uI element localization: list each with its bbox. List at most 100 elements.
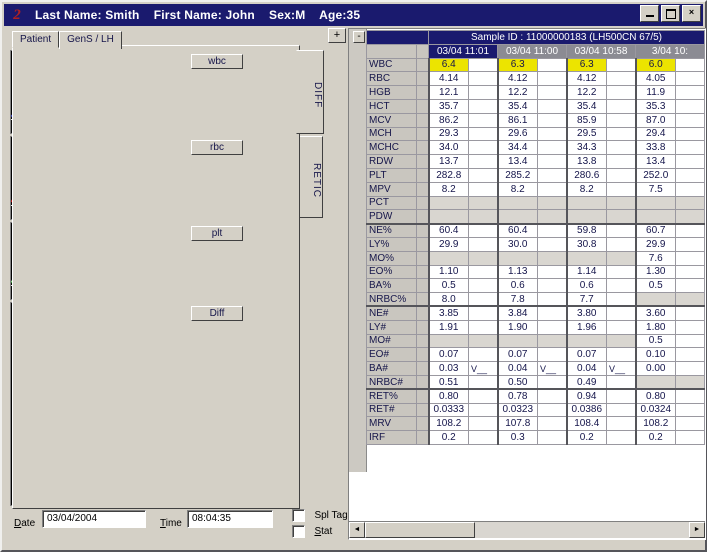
value-cell[interactable] <box>567 196 607 210</box>
value-cell[interactable]: 0.6 <box>498 279 538 293</box>
flag-cell[interactable] <box>607 182 636 196</box>
flag-cell[interactable] <box>676 237 705 251</box>
value-cell[interactable]: 86.2 <box>429 113 469 127</box>
value-cell[interactable]: 252.0 <box>636 168 676 182</box>
value-cell[interactable]: 0.2 <box>636 431 676 445</box>
flag-cell[interactable] <box>469 251 498 265</box>
flag-cell[interactable] <box>538 182 567 196</box>
flag-cell[interactable] <box>676 58 705 72</box>
flag-cell[interactable] <box>538 293 567 307</box>
value-cell[interactable]: 85.9 <box>567 113 607 127</box>
flag-cell[interactable] <box>538 417 567 431</box>
flag-cell[interactable] <box>469 182 498 196</box>
flag-cell[interactable] <box>469 210 498 224</box>
column-header-3[interactable]: 3/04 10: <box>636 44 705 58</box>
value-cell[interactable]: 12.2 <box>498 86 538 100</box>
flag-cell[interactable] <box>607 58 636 72</box>
minimize-button[interactable] <box>640 5 659 22</box>
value-cell[interactable]: 4.12 <box>567 72 607 86</box>
flag-cell[interactable] <box>676 293 705 307</box>
flag-cell[interactable] <box>607 251 636 265</box>
flag-cell[interactable]: V__ <box>607 362 636 376</box>
value-cell[interactable]: 0.94 <box>567 389 607 403</box>
flag-cell[interactable] <box>607 196 636 210</box>
value-cell[interactable]: 29.4 <box>636 127 676 141</box>
value-cell[interactable]: 7.5 <box>636 182 676 196</box>
value-cell[interactable]: 29.6 <box>498 127 538 141</box>
flag-cell[interactable] <box>469 72 498 86</box>
flag-cell[interactable] <box>538 127 567 141</box>
value-cell[interactable]: 0.04 <box>567 362 607 376</box>
value-cell[interactable]: 60.7 <box>636 224 676 238</box>
scroll-left-arrow-icon[interactable]: ◄ <box>349 522 365 538</box>
close-button[interactable]: × <box>682 5 701 22</box>
flag-cell[interactable] <box>607 86 636 100</box>
spl-tag-checkbox[interactable] <box>292 509 305 522</box>
flag-cell[interactable] <box>469 196 498 210</box>
flag-cell[interactable] <box>676 334 705 348</box>
flag-cell[interactable] <box>469 306 498 320</box>
flag-cell[interactable] <box>676 113 705 127</box>
flag-cell[interactable] <box>469 265 498 279</box>
value-cell[interactable]: 7.8 <box>498 293 538 307</box>
flag-cell[interactable] <box>469 375 498 389</box>
flag-cell[interactable] <box>607 72 636 86</box>
flag-cell[interactable] <box>469 155 498 169</box>
value-cell[interactable]: 29.9 <box>429 237 469 251</box>
flag-cell[interactable] <box>469 389 498 403</box>
value-cell[interactable]: 0.6 <box>567 279 607 293</box>
flag-cell[interactable] <box>538 320 567 334</box>
flag-cell[interactable] <box>469 141 498 155</box>
flag-cell[interactable] <box>676 196 705 210</box>
value-cell[interactable] <box>636 210 676 224</box>
value-cell[interactable]: 108.2 <box>636 417 676 431</box>
value-cell[interactable]: 35.3 <box>636 99 676 113</box>
value-cell[interactable]: 0.07 <box>567 348 607 362</box>
flag-cell[interactable] <box>607 113 636 127</box>
value-cell[interactable]: 0.49 <box>567 375 607 389</box>
flag-cell[interactable] <box>607 141 636 155</box>
flag-cell[interactable] <box>607 99 636 113</box>
flag-cell[interactable] <box>607 348 636 362</box>
value-cell[interactable]: 108.2 <box>429 417 469 431</box>
flag-cell[interactable] <box>676 348 705 362</box>
value-cell[interactable]: 30.8 <box>567 237 607 251</box>
value-cell[interactable]: 0.2 <box>429 431 469 445</box>
value-cell[interactable] <box>567 251 607 265</box>
flag-cell[interactable] <box>469 224 498 238</box>
flag-cell[interactable] <box>538 279 567 293</box>
value-cell[interactable]: 13.4 <box>636 155 676 169</box>
flag-cell[interactable] <box>607 155 636 169</box>
value-cell[interactable]: 1.96 <box>567 320 607 334</box>
value-cell[interactable]: 12.1 <box>429 86 469 100</box>
value-cell[interactable]: 4.05 <box>636 72 676 86</box>
flag-cell[interactable] <box>469 86 498 100</box>
value-cell[interactable]: 60.4 <box>498 224 538 238</box>
value-cell[interactable]: 34.0 <box>429 141 469 155</box>
flag-cell[interactable] <box>607 210 636 224</box>
flag-cell[interactable] <box>538 196 567 210</box>
flag-cell[interactable] <box>676 141 705 155</box>
flag-cell[interactable] <box>676 224 705 238</box>
flag-cell[interactable] <box>676 375 705 389</box>
value-cell[interactable]: 6.0 <box>636 58 676 72</box>
flag-cell[interactable] <box>469 417 498 431</box>
value-cell[interactable]: 4.12 <box>498 72 538 86</box>
flag-cell[interactable] <box>538 348 567 362</box>
flag-cell[interactable] <box>538 251 567 265</box>
horizontal-scrollbar[interactable]: ◄ ► <box>349 521 705 538</box>
flag-cell[interactable] <box>469 293 498 307</box>
value-cell[interactable]: 1.10 <box>429 265 469 279</box>
flag-cell[interactable] <box>676 182 705 196</box>
value-cell[interactable]: 3.85 <box>429 306 469 320</box>
flag-cell[interactable] <box>607 403 636 417</box>
value-cell[interactable] <box>498 334 538 348</box>
flag-cell[interactable] <box>469 334 498 348</box>
flag-cell[interactable] <box>676 431 705 445</box>
value-cell[interactable]: 282.8 <box>429 168 469 182</box>
value-cell[interactable]: 1.90 <box>498 320 538 334</box>
value-cell[interactable]: 0.5 <box>429 279 469 293</box>
flag-cell[interactable] <box>538 86 567 100</box>
stat-checkbox[interactable] <box>292 525 305 538</box>
tab-gens-lh[interactable]: GenS / LH <box>59 31 122 49</box>
